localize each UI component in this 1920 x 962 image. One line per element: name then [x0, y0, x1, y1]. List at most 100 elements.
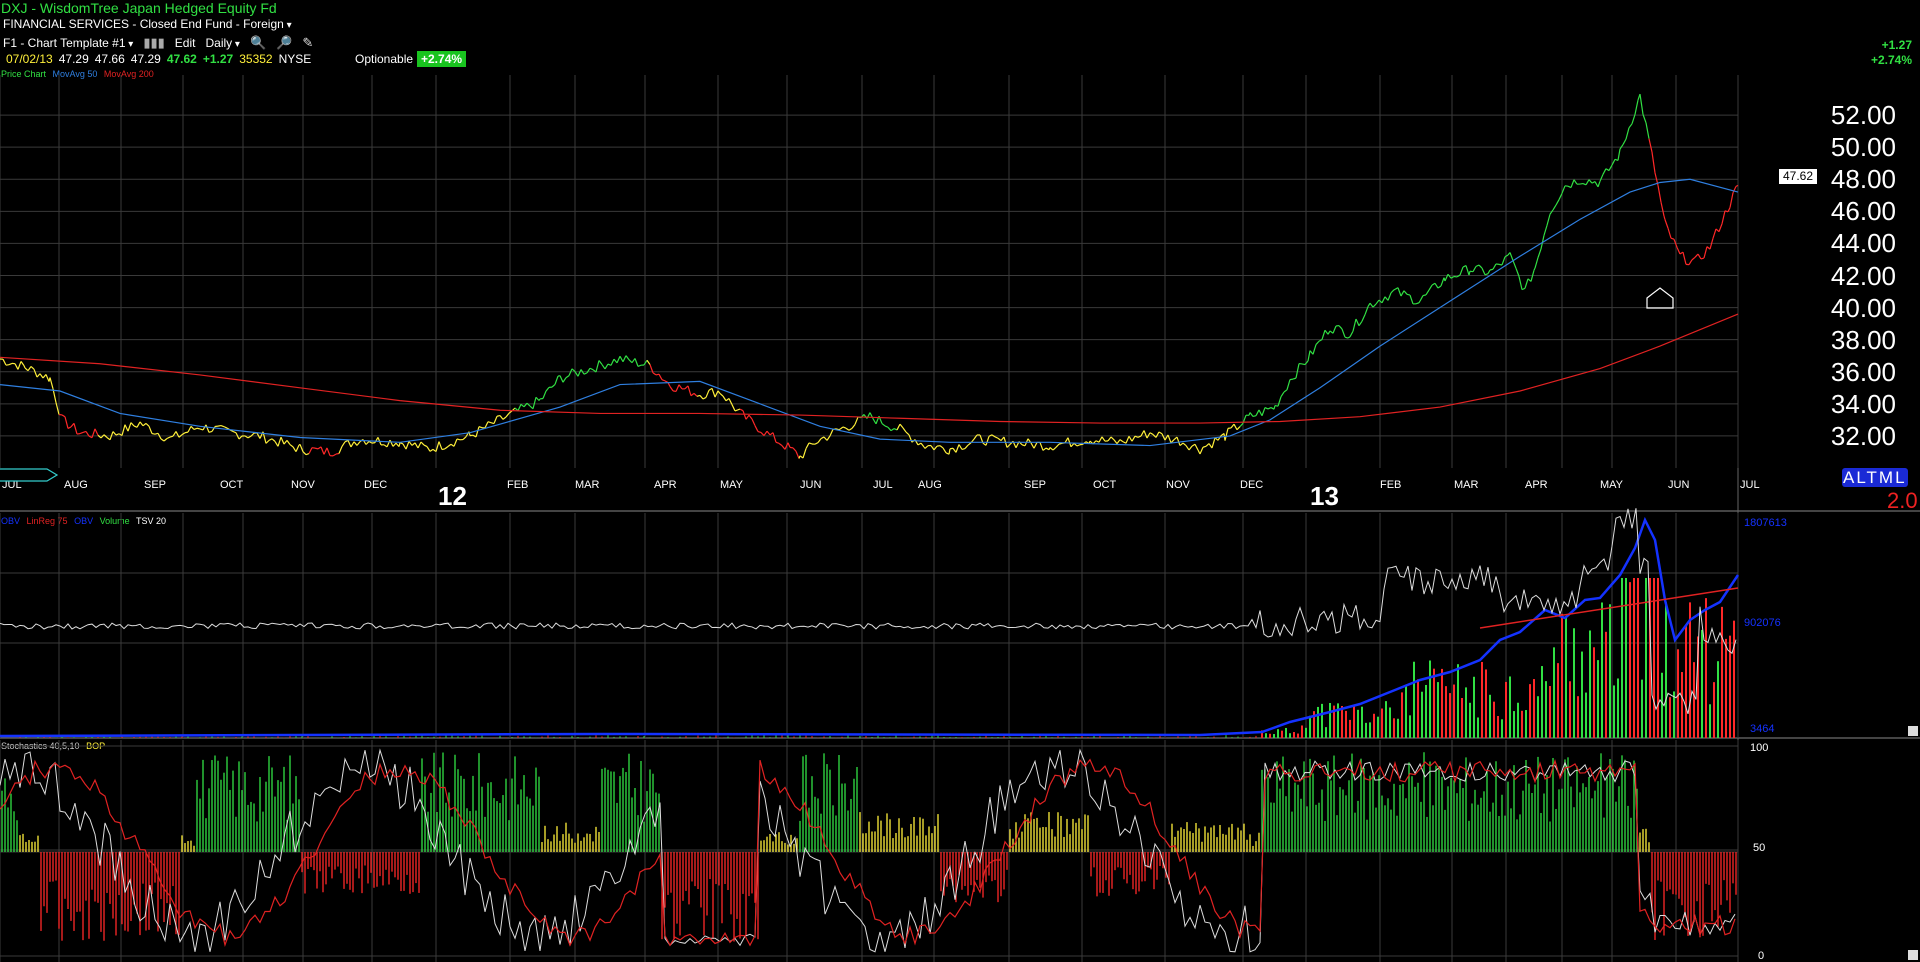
price-line-segment: [1283, 389, 1288, 393]
price-line-segment: [792, 447, 797, 452]
price-line-segment: [1487, 269, 1491, 275]
price-line-segment: [1400, 290, 1405, 297]
price-line-segment: [1549, 209, 1554, 215]
price-line-segment: [669, 386, 674, 392]
price-line-segment: [1501, 256, 1506, 266]
price-line-segment: [690, 392, 695, 397]
price-line-segment: [283, 440, 288, 445]
price-line-segment: [760, 432, 765, 436]
price-line-segment: [1700, 257, 1705, 260]
price-line-segment: [1512, 260, 1517, 269]
price-line-segment: [1301, 363, 1306, 366]
price-line-segment: [1384, 296, 1389, 301]
price-line-segment: [814, 442, 819, 445]
price-line-segment: [94, 428, 99, 436]
price-line-segment: [739, 408, 744, 412]
price-line-segment: [1591, 181, 1596, 184]
price-line-segment: [1292, 377, 1297, 380]
price-line-segment: [160, 438, 165, 442]
price-line-segment: [505, 412, 510, 418]
price-line-segment: [616, 355, 621, 364]
price-line-segment: [1465, 265, 1470, 276]
price-line-segment: [625, 355, 630, 361]
price-line-segment: [456, 438, 461, 441]
price-line-segment: [314, 447, 319, 450]
price-line-segment: [1588, 179, 1593, 184]
price-line-segment: [1033, 442, 1038, 449]
price-line-segment: [628, 359, 633, 364]
price-line-segment: [757, 431, 762, 434]
price-line-segment: [1694, 253, 1699, 258]
price-line-segment: [887, 426, 892, 432]
price-line-segment: [24, 367, 29, 372]
price-line-segment: [1185, 445, 1190, 451]
price-line-segment: [1116, 439, 1121, 444]
price-line-segment: [133, 425, 138, 428]
price-line-segment: [280, 436, 285, 445]
price-line-segment: [565, 375, 570, 379]
signal-arrow-marker: [1646, 287, 1674, 309]
price-line-segment: [1375, 299, 1380, 305]
price-line-segment: [1440, 277, 1445, 287]
price-line-segment: [193, 427, 198, 430]
price-line-segment: [1721, 210, 1726, 225]
price-line-segment: [1349, 330, 1354, 338]
price-line-segment: [365, 441, 370, 445]
price-line-segment: [1594, 181, 1599, 188]
price-line-segment: [392, 442, 397, 447]
price-line-segment: [271, 438, 276, 442]
price-line-segment: [1573, 179, 1578, 185]
price-line-segment: [238, 435, 243, 440]
price-line-segment: [1230, 423, 1235, 429]
price-line-segment: [1055, 443, 1060, 448]
price-line-segment: [884, 425, 889, 428]
price-line-segment: [842, 426, 847, 429]
price-line-segment: [136, 421, 141, 428]
price-line-segment: [1484, 273, 1489, 276]
price-line-segment: [1406, 293, 1411, 296]
stoch-panel-resize-handle: [1908, 950, 1918, 960]
tsv-line: [0, 508, 1737, 715]
price-line-segment: [952, 447, 957, 453]
price-line-segment: [1447, 273, 1452, 279]
price-line-segment: [1199, 447, 1204, 455]
stock-chart[interactable]: [0, 0, 1920, 962]
price-line-segment: [289, 444, 294, 448]
price-line-segment: [1712, 228, 1717, 239]
price-line-segment: [20, 361, 25, 366]
price-line-segment: [332, 453, 337, 457]
price-line-segment: [1352, 318, 1357, 332]
price-line-segment: [453, 438, 458, 447]
price-line-segment: [1543, 225, 1548, 236]
price-line-segment: [551, 383, 556, 388]
price-line-segment: [958, 444, 963, 450]
price-line-segment: [985, 436, 990, 446]
price-line-segment: [64, 416, 69, 429]
price-line-segment: [1660, 202, 1665, 217]
price-line-segment: [130, 422, 135, 427]
price-line-segment: [67, 426, 72, 429]
price-line-segment: [838, 428, 841, 431]
price-line-segment: [408, 441, 413, 446]
price-line-segment: [607, 363, 612, 366]
price-line-segment: [795, 451, 800, 459]
price-line-segment: [1639, 94, 1644, 115]
price-line-segment: [991, 434, 996, 438]
price-line-segment: [1098, 436, 1103, 443]
price-line-segment: [23, 365, 26, 369]
price-line-segment: [199, 428, 204, 431]
price-line-segment: [731, 404, 736, 412]
price-line-segment: [1049, 447, 1054, 451]
price-line-segment: [1140, 430, 1145, 437]
price-line-segment: [232, 430, 237, 434]
price-line-segment: [754, 425, 759, 432]
price-line-segment: [948, 448, 951, 455]
price-line-segment: [745, 414, 750, 420]
price-line-segment: [1437, 285, 1442, 289]
price-line-segment: [598, 360, 603, 365]
price-line-segment: [778, 442, 783, 447]
price-line-segment: [49, 377, 54, 389]
price-line-segment: [802, 448, 807, 459]
price-line-segment: [1110, 436, 1115, 441]
price-line-segment: [350, 441, 355, 448]
